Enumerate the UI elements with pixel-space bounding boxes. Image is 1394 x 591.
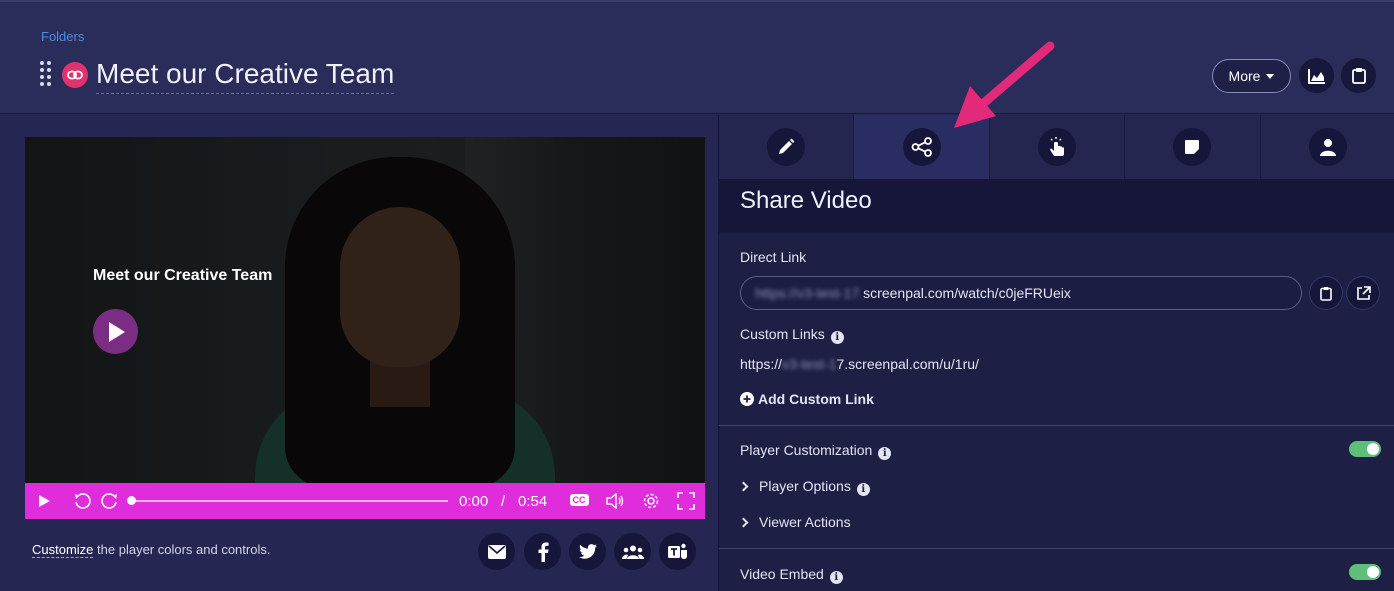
page-header: Folders Meet our Creative Team More xyxy=(0,2,1394,114)
play-icon xyxy=(39,495,50,507)
details-pane: Share Video Direct Link https://v3-test-… xyxy=(718,115,1394,591)
page-title[interactable]: Meet our Creative Team xyxy=(96,57,395,94)
twitter-icon xyxy=(578,544,597,559)
tab-viewers[interactable] xyxy=(1261,115,1394,179)
share-facebook-button[interactable] xyxy=(524,533,561,570)
custom-links-label: Custom Links i xyxy=(740,326,844,344)
customize-hint-text: the player colors and controls. xyxy=(93,542,271,557)
divider xyxy=(719,548,1394,549)
info-icon[interactable]: i xyxy=(830,331,844,344)
direct-link-blurred: https://v3-test-17. xyxy=(755,285,864,301)
share-twitter-button[interactable] xyxy=(569,533,606,570)
video-overlay-title: Meet our Creative Team xyxy=(93,267,273,284)
plus-circle-icon xyxy=(740,392,754,406)
breadcrumb-folders[interactable]: Folders xyxy=(41,29,84,44)
info-icon[interactable]: i xyxy=(856,483,870,496)
volume-icon xyxy=(606,493,624,509)
rewind-icon xyxy=(75,493,91,509)
share-group-button[interactable] xyxy=(614,533,651,570)
direct-link-field[interactable]: https://v3-test-17. screenpal.com/watch/c… xyxy=(740,276,1302,310)
duration: 0:54 xyxy=(518,493,548,510)
current-time: 0:00 xyxy=(459,493,489,510)
annotation-arrow-icon xyxy=(954,41,1055,128)
viewer-actions-text: Viewer Actions xyxy=(759,514,851,530)
gear-icon xyxy=(643,493,659,509)
copy-link-button[interactable] xyxy=(1309,276,1343,310)
teams-icon xyxy=(667,543,687,559)
custom-link-blurred: v3-test-1 xyxy=(782,356,837,372)
clipboard-icon xyxy=(1320,286,1332,301)
player-customization-text: Player Customization xyxy=(740,442,873,458)
fullscreen-icon xyxy=(677,492,695,510)
caret-down-icon xyxy=(1266,73,1275,79)
clipboard-button[interactable] xyxy=(1341,58,1376,93)
volume-button[interactable] xyxy=(604,491,626,511)
group-icon xyxy=(621,545,644,559)
time-separator: / xyxy=(501,493,506,510)
player-options-text: Player Options xyxy=(759,478,851,494)
direct-link-label: Direct Link xyxy=(740,249,807,265)
video-embed-toggle[interactable] xyxy=(1349,564,1381,580)
player-options-expander[interactable]: Player Options i xyxy=(738,478,870,496)
customize-link[interactable]: Customize xyxy=(32,542,94,558)
pencil-icon xyxy=(779,138,795,154)
analytics-button[interactable] xyxy=(1299,58,1334,93)
more-button[interactable]: More xyxy=(1212,59,1291,93)
custom-link-rest: 7.screenpal.com/u/1ru/ xyxy=(836,356,979,372)
forward-icon xyxy=(101,493,117,509)
settings-button[interactable] xyxy=(640,490,662,512)
video-embed-label: Video Embed i xyxy=(740,566,843,584)
add-custom-link-label: Add Custom Link xyxy=(758,391,874,407)
captions-button[interactable]: CC xyxy=(569,492,589,508)
customize-hint: Customize the player colors and controls… xyxy=(32,542,271,558)
drag-handle-icon[interactable] xyxy=(39,61,53,91)
divider xyxy=(719,425,1394,426)
chart-area-icon xyxy=(1307,68,1325,84)
fullscreen-button[interactable] xyxy=(676,491,696,511)
play-control-button[interactable] xyxy=(35,492,53,510)
video-pane: Meet our Creative Team 0:00 / 0:54 CC Cu… xyxy=(0,115,718,591)
email-icon xyxy=(487,544,506,559)
player-controls-bar: 0:00 / 0:54 CC xyxy=(25,483,705,519)
custom-link-url[interactable]: https://v3-test-17.screenpal.com/u/1ru/ xyxy=(740,356,979,372)
rewind-button[interactable] xyxy=(72,491,92,511)
note-icon xyxy=(1185,140,1200,154)
external-link-icon xyxy=(1356,285,1371,300)
video-embed-text: Video Embed xyxy=(740,566,824,582)
link-icon xyxy=(62,62,88,88)
player-customization-toggle[interactable] xyxy=(1349,441,1381,457)
progress-track[interactable] xyxy=(131,500,448,502)
progress-handle[interactable] xyxy=(127,496,136,505)
user-icon xyxy=(1319,139,1336,156)
direct-link-url: screenpal.com/watch/c0jeFRUeix xyxy=(863,285,1071,301)
info-icon[interactable]: i xyxy=(829,571,843,584)
clipboard-icon xyxy=(1351,68,1366,84)
share-email-button[interactable] xyxy=(478,533,515,570)
custom-links-text: Custom Links xyxy=(740,326,825,342)
facebook-icon xyxy=(538,542,549,562)
big-play-button[interactable] xyxy=(93,309,138,354)
tab-notes[interactable] xyxy=(1125,115,1261,179)
info-icon[interactable]: i xyxy=(878,447,892,460)
custom-link-prefix: https:// xyxy=(740,356,783,372)
add-custom-link-button[interactable]: Add Custom Link xyxy=(740,391,874,407)
chevron-right-icon xyxy=(738,517,749,528)
player-customization-label: Player Customization i xyxy=(740,442,892,460)
share-teams-button[interactable] xyxy=(659,533,696,570)
chevron-right-icon xyxy=(738,481,749,492)
viewer-actions-expander[interactable]: Viewer Actions xyxy=(738,514,851,530)
video-player[interactable]: Meet our Creative Team xyxy=(25,137,705,483)
play-icon xyxy=(108,321,125,342)
forward-button[interactable] xyxy=(100,491,120,511)
tab-edit[interactable] xyxy=(719,115,855,179)
hand-pointer-icon xyxy=(1050,137,1065,156)
more-label: More xyxy=(1228,68,1261,84)
share-section-title: Share Video xyxy=(740,187,872,214)
open-link-button[interactable] xyxy=(1346,276,1380,310)
cc-icon: CC xyxy=(569,494,589,506)
share-icon xyxy=(911,137,932,157)
